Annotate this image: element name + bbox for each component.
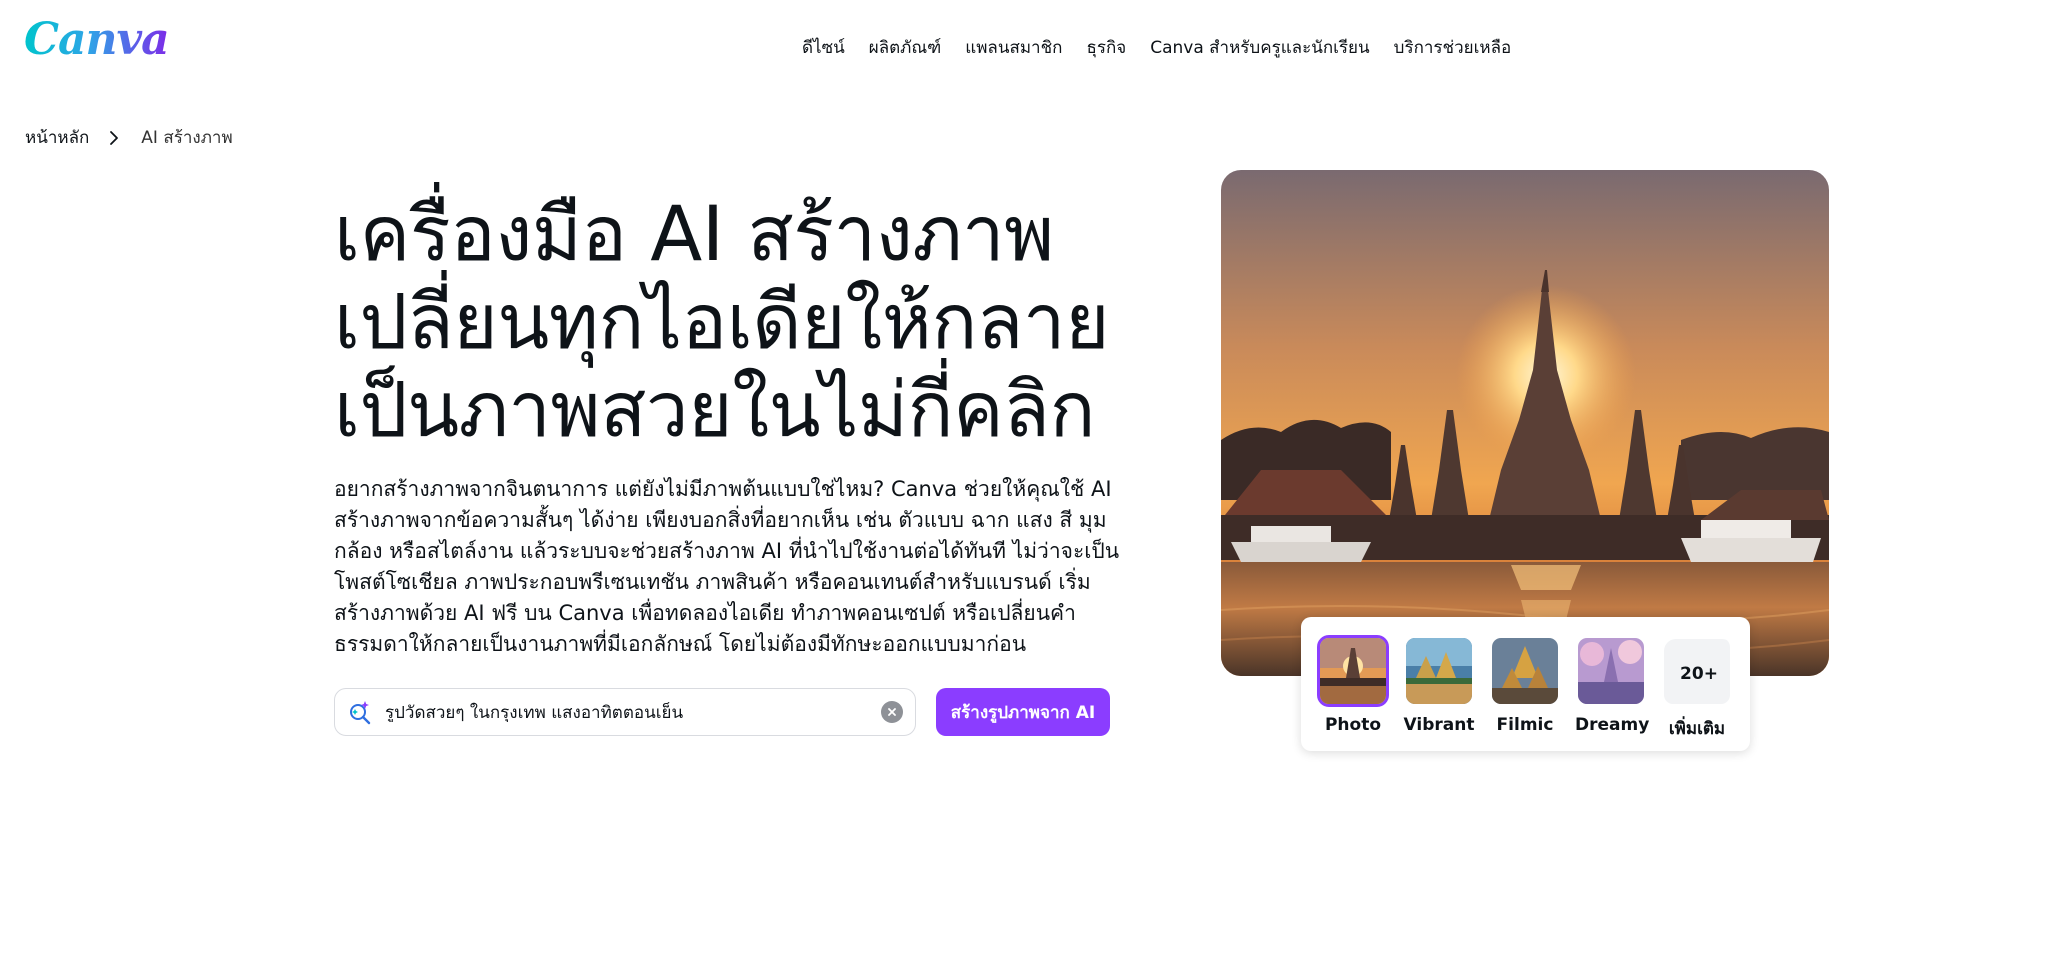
breadcrumb-current: AI สร้างภาพ [141, 128, 233, 148]
prompt-input[interactable] [385, 702, 881, 722]
nav-item-plans[interactable]: แพลนสมาชิก [953, 30, 1074, 65]
page-title-line: เป็นภาพสวยในไม่กี่คลิก [334, 365, 1095, 454]
page-title-line: เปลี่ยนทุกไอเดียให้กลาย [334, 277, 1110, 366]
more-styles-count: 20+ [1664, 639, 1730, 704]
canva-logo[interactable]: Canva [24, 14, 170, 65]
page-title: เครื่องมือ AI สร้างภาพ เปลี่ยนทุกไอเดียใ… [334, 190, 1114, 454]
filmic-style-thumbnail [1489, 635, 1561, 707]
breadcrumb-home[interactable]: หน้าหลัก [25, 124, 89, 151]
nav-item-help[interactable]: บริการช่วยเหลือ [1382, 30, 1524, 65]
style-label: เพิ่มเติม [1668, 719, 1726, 739]
prompt-search-box[interactable] [334, 688, 916, 736]
vibrant-style-thumbnail [1403, 635, 1475, 707]
style-label: Vibrant [1403, 715, 1475, 735]
style-label: Photo [1324, 715, 1382, 735]
style-label: Dreamy [1575, 715, 1650, 735]
style-option-dreamy[interactable]: Dreamy [1575, 635, 1650, 735]
style-picker: Photo Vibrant Filmic Dreamy 20+ เพิ่มเติ… [1301, 617, 1750, 751]
nav-item-education[interactable]: Canva สำหรับครูและนักเรียน [1138, 30, 1381, 65]
hero-description: อยากสร้างภาพจากจินตนาการ แต่ยังไม่มีภาพต… [334, 477, 1120, 656]
style-option-photo[interactable]: Photo [1317, 635, 1389, 735]
hero-image [1221, 170, 1829, 676]
style-option-vibrant[interactable]: Vibrant [1403, 635, 1475, 735]
header: Canva ดีไซน์ ผลิตภัณฑ์ แพลนสมาชิก ธุรกิจ… [0, 0, 2048, 86]
photo-style-thumbnail [1317, 635, 1389, 707]
clear-icon[interactable] [881, 701, 903, 723]
more-styles-tile: 20+ [1661, 635, 1733, 707]
sparkle-search-icon [347, 699, 373, 725]
breadcrumb: หน้าหลัก AI สร้างภาพ [25, 124, 233, 151]
nav-item-business[interactable]: ธุรกิจ [1074, 30, 1138, 65]
generate-image-button[interactable]: สร้างรูปภาพจาก AI [936, 688, 1110, 736]
nav-item-design[interactable]: ดีไซน์ [790, 30, 857, 65]
style-label: Filmic [1496, 715, 1554, 735]
style-option-more[interactable]: 20+ เพิ่มเติม [1661, 635, 1733, 742]
dreamy-style-thumbnail [1575, 635, 1647, 707]
main-nav: ดีไซน์ ผลิตภัณฑ์ แพลนสมาชิก ธุรกิจ Canva… [790, 30, 1523, 65]
page-title-line: เครื่องมือ AI สร้างภาพ [334, 189, 1054, 278]
style-option-filmic[interactable]: Filmic [1489, 635, 1561, 735]
chevron-right-icon [109, 130, 119, 146]
nav-item-products[interactable]: ผลิตภัณฑ์ [857, 30, 954, 65]
